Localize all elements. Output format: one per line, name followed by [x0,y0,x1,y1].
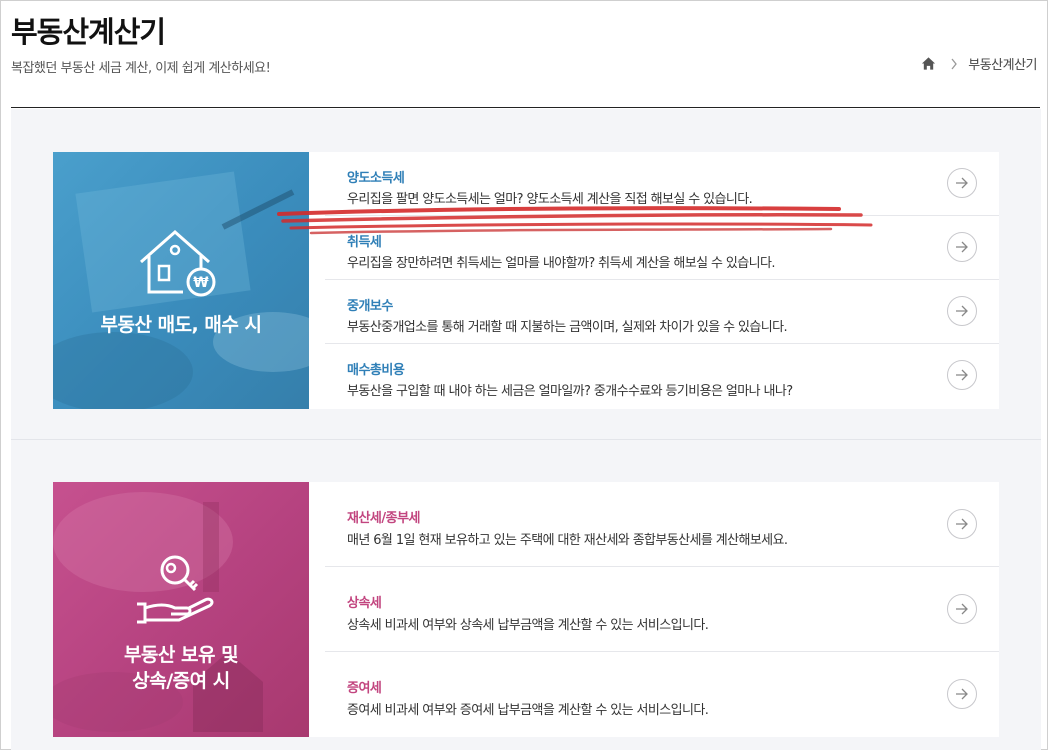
item-desc: 매년 6월 1일 현재 보유하고 있는 주택에 대한 재산세와 종합부동산세를 … [347,533,788,548]
item-title: 상속세 [347,596,382,611]
calc-item-property-tax[interactable]: 재산세/종부세 매년 6월 1일 현재 보유하고 있는 주택에 대한 재산세와 … [325,482,999,567]
arrow-right-circle-icon[interactable] [947,509,977,539]
arrow-right-circle-icon[interactable] [947,232,977,262]
item-title: 매수총비용 [347,363,405,378]
item-title: 양도소득세 [347,171,405,186]
item-title: 증여세 [347,681,382,696]
arrow-right-circle-icon[interactable] [947,296,977,326]
page-title: 부동산계산기 [11,15,166,49]
key-hand-icon [137,555,214,624]
banner-buy-sell: ₩ 부동산 매도, 매수 시 [53,152,309,409]
section-buy-sell: ₩ 부동산 매도, 매수 시 양도소득세 우리집을 팔면 양도소득세는 얼마? … [53,152,999,409]
calculator-items: 양도소득세 우리집을 팔면 양도소득세는 얼마? 양도소득세 계산을 직접 해보… [325,152,999,409]
calc-item-total-purchase-cost[interactable]: 매수총비용 부동산을 구입할 때 내야 하는 세금은 얼마일까? 중개수수료와 … [325,344,999,409]
header-divider [11,107,1040,108]
svg-text:₩: ₩ [193,275,209,291]
calc-item-brokerage-fee[interactable]: 중개보수 부동산중개업소를 통해 거래할 때 지불하는 금액이며, 실제와 차이… [325,280,999,344]
item-desc: 부동산중개업소를 통해 거래할 때 지불하는 금액이며, 실제와 차이가 있을 … [347,320,788,335]
breadcrumb-current[interactable]: 부동산계산기 [968,54,1037,73]
banner-label: 부동산 매도, 매수 시 [100,314,262,336]
chevron-right-icon [950,58,958,70]
banner-label-line2: 상속/증여 시 [132,670,230,692]
calc-item-capital-gains-tax[interactable]: 양도소득세 우리집을 팔면 양도소득세는 얼마? 양도소득세 계산을 직접 해보… [325,152,999,216]
arrow-right-circle-icon[interactable] [947,168,977,198]
section-divider [11,439,1041,440]
item-desc: 우리집을 팔면 양도소득세는 얼마? 양도소득세 계산을 직접 해보실 수 있습… [347,192,753,207]
item-title: 중개보수 [347,299,393,314]
item-title: 취득세 [347,235,382,250]
page-header: 부동산계산기 복잡했던 부동산 세금 계산, 이제 쉽게 계산하세요! 부동산계… [1,1,1047,109]
calc-item-gift-tax[interactable]: 증여세 증여세 비과세 여부와 증여세 납부금액을 계산할 수 있는 서비스입니… [325,652,999,737]
item-desc: 우리집을 장만하려면 취득세는 얼마를 내야할까? 취득세 계산을 해보실 수 … [347,256,775,271]
arrow-right-circle-icon[interactable] [947,679,977,709]
section-hold-inherit-gift: 부동산 보유 및 상속/증여 시 재산세/종부세 매년 6월 1일 현재 보유하… [53,482,999,737]
page-subtitle: 복잡했던 부동산 세금 계산, 이제 쉽게 계산하세요! [11,61,271,76]
item-desc: 상속세 비과세 여부와 상속세 납부금액을 계산할 수 있는 서비스입니다. [347,618,709,633]
calculator-list: ₩ 부동산 매도, 매수 시 양도소득세 우리집을 팔면 양도소득세는 얼마? … [11,109,1041,750]
item-desc: 증여세 비과세 여부와 증여세 납부금액을 계산할 수 있는 서비스입니다. [347,703,709,718]
house-won-icon: ₩ [140,229,216,297]
item-desc: 부동산을 구입할 때 내야 하는 세금은 얼마일까? 중개수수료와 등기비용은 … [347,384,793,399]
calculator-items: 재산세/종부세 매년 6월 1일 현재 보유하고 있는 주택에 대한 재산세와 … [325,482,999,737]
item-title: 재산세/종부세 [347,511,421,526]
breadcrumb: 부동산계산기 [921,54,1037,73]
banner-hold-inherit-gift: 부동산 보유 및 상속/증여 시 [53,482,309,737]
arrow-right-circle-icon[interactable] [947,360,977,390]
arrow-right-circle-icon[interactable] [947,594,977,624]
calc-item-inheritance-tax[interactable]: 상속세 상속세 비과세 여부와 상속세 납부금액을 계산할 수 있는 서비스입니… [325,567,999,652]
home-icon[interactable] [921,56,936,71]
banner-label-line1: 부동산 보유 및 [123,644,239,666]
calc-item-acquisition-tax[interactable]: 취득세 우리집을 장만하려면 취득세는 얼마를 내야할까? 취득세 계산을 해보… [325,216,999,280]
banner-label: 부동산 보유 및 상속/증여 시 [53,642,309,694]
